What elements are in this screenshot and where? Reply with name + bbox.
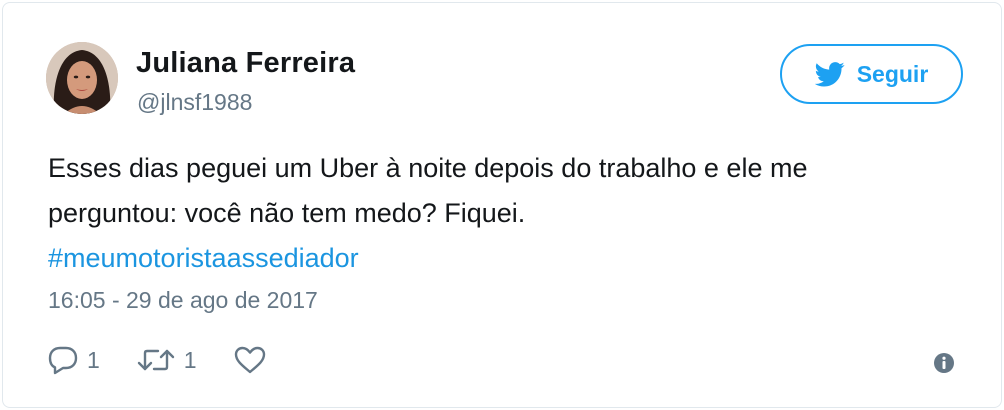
reply-button[interactable]: 1 bbox=[47, 345, 100, 375]
author-name[interactable]: Juliana Ferreira bbox=[136, 47, 355, 80]
reply-bubble-icon bbox=[47, 345, 79, 375]
hashtag-link[interactable]: #meumotoristaassediador bbox=[48, 243, 359, 273]
follow-button[interactable]: Seguir bbox=[780, 44, 963, 104]
author-handle[interactable]: @jlnsf1988 bbox=[137, 89, 252, 116]
tweet-text-line-2: perguntou: você não tem medo? Fiquei. bbox=[48, 198, 526, 228]
tweet-text-line-1: Esses dias peguei um Uber à noite depois… bbox=[48, 153, 808, 183]
avatar-photo bbox=[46, 42, 118, 114]
reply-count: 1 bbox=[87, 346, 100, 373]
heart-icon bbox=[233, 345, 267, 375]
follow-button-label: Seguir bbox=[856, 60, 929, 87]
avatar[interactable] bbox=[46, 42, 118, 114]
tweet-timestamp[interactable]: 16:05 - 29 de ago de 2017 bbox=[48, 287, 318, 314]
retweet-icon bbox=[136, 345, 176, 375]
tweet-text: Esses dias peguei um Uber à noite depois… bbox=[48, 146, 968, 281]
tweet-actions: 1 1 bbox=[47, 342, 267, 378]
like-button[interactable] bbox=[233, 345, 267, 375]
retweet-button[interactable]: 1 bbox=[136, 345, 197, 375]
retweet-count: 1 bbox=[183, 346, 197, 373]
tweet-card: Juliana Ferreira @jlnsf1988 Seguir Esses… bbox=[2, 2, 1002, 408]
twitter-bird-icon bbox=[814, 61, 845, 87]
info-icon[interactable] bbox=[933, 352, 955, 379]
